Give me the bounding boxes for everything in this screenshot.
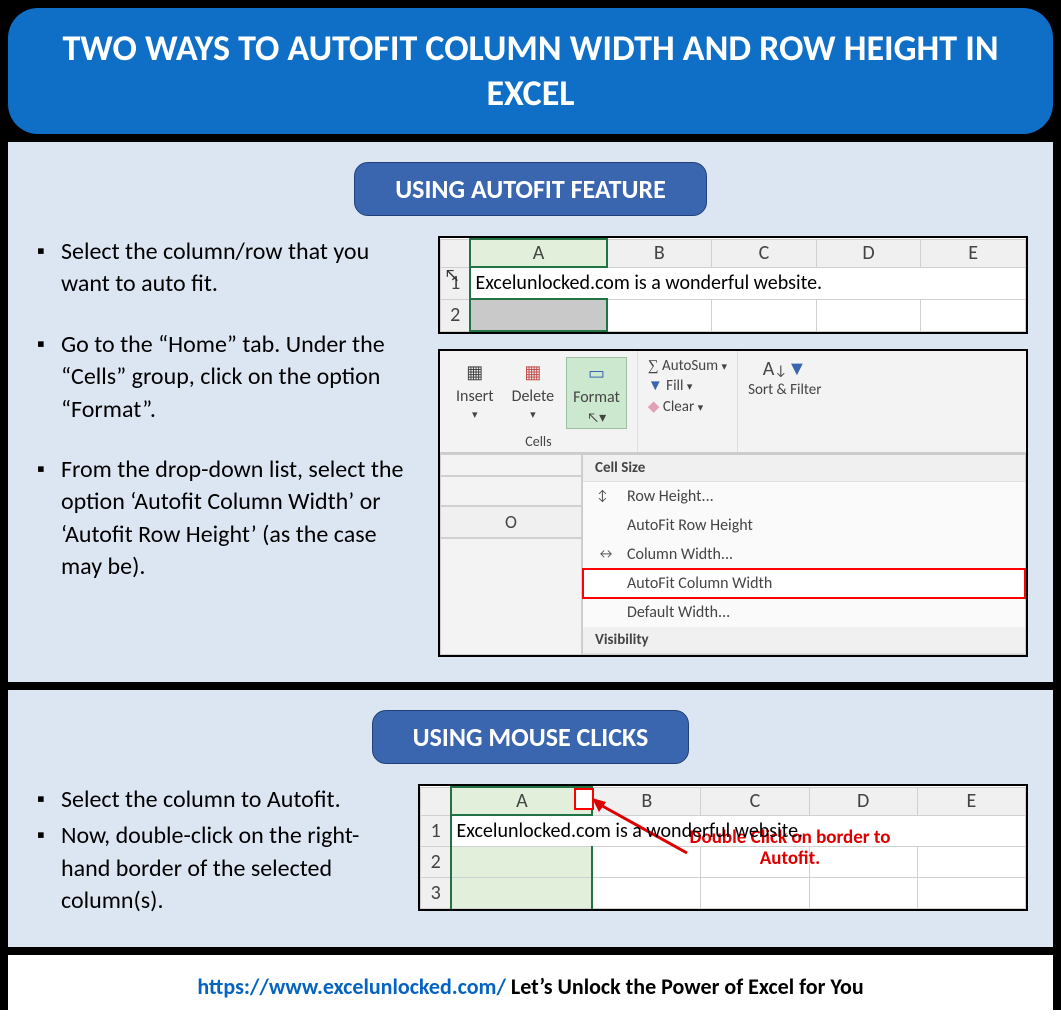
row-header-2: 2 [441,299,471,331]
section1-label: USING AUTOFIT FEATURE [354,162,707,216]
col-header-A: A [470,239,606,267]
col-header-E: E [917,787,1025,815]
sort-filter-label: Sort & Filter [748,381,821,399]
cell-a1: Excelunlocked.com is a wonderful website… [470,267,1025,299]
bullet-item: From the drop-down list, select the opti… [33,454,423,584]
row-header-1: 1 [421,815,452,847]
section-mouse-clicks: USING MOUSE CLICKS Select the column to … [8,690,1053,947]
dd-row-height: ↕Row Height... [583,482,1025,511]
section2-label: USING MOUSE CLICKS [372,710,690,764]
dd-section-visibility: Visibility [583,627,1025,654]
insert-cells-icon: ▦ [460,359,490,385]
section-autofit-feature: USING AUTOFIT FEATURE Select the column/… [8,142,1053,682]
excel-grid-illustration-1: ↖ A B C D E 1 Excelunlocked.com is a [438,236,1028,334]
col-header-D: D [816,239,921,267]
col-header-B: B [592,787,701,815]
col-width-icon: ↔ [597,545,615,562]
col-header-C: C [701,787,809,815]
clear-label: ◆ Clear ▾ [648,397,727,416]
footer-tagline: Let’s Unlock the Power of Excel for You [506,973,864,1000]
footer-link[interactable]: https://www.excelunlocked.com/ [197,973,506,1000]
cells-group-label: Cells [450,433,627,450]
row-header-3: 3 [421,878,452,909]
footer: https://www.excelunlocked.com/ Let’s Unl… [8,955,1053,1018]
cell-a1: Excelunlocked.com is a wonderful website… [451,815,1025,847]
section2-bullets: Select the column to Autofit. Now, doubl… [33,784,403,918]
infographic-container: TWO WAYS TO AUTOFIT COLUMN WIDTH AND ROW… [0,0,1061,1010]
excel-grid-illustration-2: Double Click on border to Autofit. A B C… [418,784,1028,911]
bullet-item: Select the column/row that you want to a… [33,236,423,301]
cursor-icon: ↖ [444,264,460,286]
fill-label: ▼ Fill ▾ [648,377,727,395]
ribbon-insert-button: ▦ Insert▾ [450,357,500,429]
excel-ribbon-illustration: ▦ Insert▾ ▦ Delete▾ ▭ Format [438,349,1028,657]
format-cells-icon: ▭ [582,360,612,386]
cursor-icon: ↖▾ [587,409,606,426]
dd-autofit-column-width: AutoFit Column Width [583,569,1025,598]
bullet-item: Go to the “Home” tab. Under the “Cells” … [33,329,423,426]
dd-section-cell-size: Cell Size [583,455,1025,482]
format-dropdown: Cell Size ↕Row Height... AutoFit Row Hei… [582,454,1026,655]
col-header-D: D [809,787,917,815]
section1-bullets: Select the column/row that you want to a… [33,236,423,584]
col-header-E: E [921,239,1026,267]
ribbon-delete-button: ▦ Delete▾ [506,357,561,429]
col-header-C: C [712,239,817,267]
row-header-2: 2 [421,847,452,878]
col-header-O: O [440,506,582,538]
page-title: TWO WAYS TO AUTOFIT COLUMN WIDTH AND ROW… [8,8,1053,134]
autosum-label: ∑ AutoSum ▾ [648,357,727,375]
dd-column-width: ↔Column Width... [583,540,1025,569]
dd-autofit-row-height: AutoFit Row Height [583,511,1025,540]
ribbon-format-button: ▭ Format ↖▾ [566,357,627,429]
col-header-A: A [451,787,592,815]
bullet-item: Now, double-click on the right-hand bord… [33,820,403,917]
border-target-highlight [574,788,594,810]
delete-cells-icon: ▦ [518,359,548,385]
dd-default-width: Default Width... [583,598,1025,627]
col-header-B: B [607,239,712,267]
bullet-item: Select the column to Autofit. [33,784,403,816]
row-height-icon: ↕ [597,487,608,504]
